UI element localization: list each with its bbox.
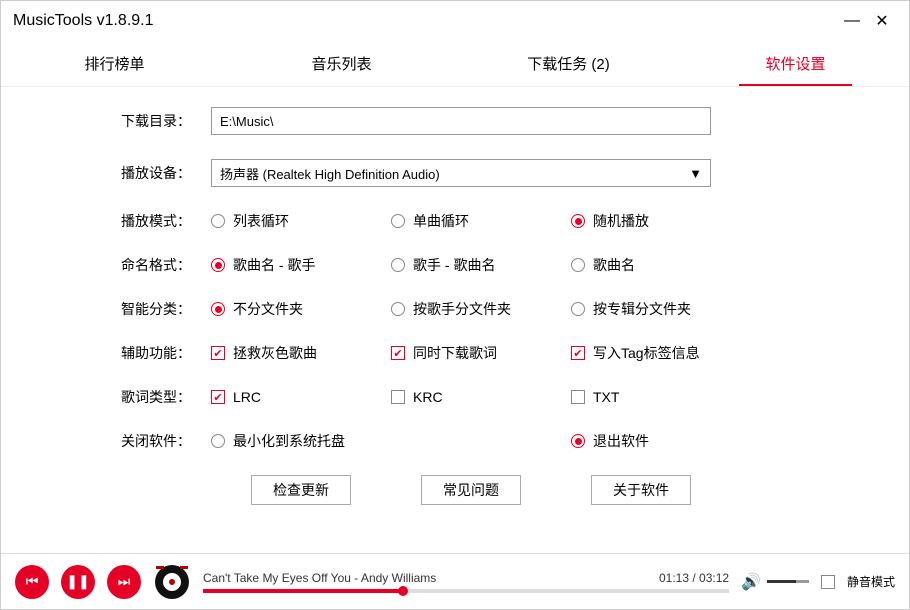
mute-toggle[interactable]: 静音模式 [821,573,895,590]
play-mode-label: 播放模式： [31,211,211,231]
lyric-type-label: 歌词类型： [31,387,211,407]
download-dir-label: 下载目录： [31,111,211,131]
close-mode-tray[interactable]: 最小化到系统托盘 [211,431,411,451]
window-title: MusicTools v1.8.9.1 [13,12,837,30]
radio-icon [571,302,585,316]
progress-bar[interactable] [203,589,729,593]
radio-icon [211,258,225,272]
assist-option-gray[interactable]: ✔拯救灰色歌曲 [211,343,391,363]
play-mode-option-single[interactable]: 单曲循环 [391,211,571,231]
play-mode-option-shuffle[interactable]: 随机播放 [571,211,751,231]
name-format-option-1[interactable]: 歌手 - 歌曲名 [391,255,571,275]
checkbox-icon: ✔ [391,346,405,360]
play-mode-option-loop[interactable]: 列表循环 [211,211,391,231]
radio-icon [571,434,585,448]
play-pause-button[interactable]: ❚❚ [61,565,95,599]
album-cover [153,563,191,601]
mute-label: 静音模式 [847,573,895,590]
radio-icon [391,302,405,316]
download-dir-input[interactable] [211,107,711,135]
play-device-select[interactable]: 扬声器 (Realtek High Definition Audio) ▼ [211,159,711,187]
chevron-down-icon: ▼ [689,166,702,181]
assist-option-tag[interactable]: ✔写入Tag标签信息 [571,343,751,363]
prev-button[interactable]: ⏮ [15,565,49,599]
progress-knob[interactable] [398,586,408,596]
radio-icon [571,258,585,272]
tab-music-list[interactable]: 音乐列表 [228,41,455,86]
lyric-type-lrc[interactable]: ✔LRC [211,389,391,405]
minimize-button[interactable]: — [837,12,867,30]
faq-button[interactable]: 常见问题 [421,475,521,505]
play-device-value: 扬声器 (Realtek High Definition Audio) [220,164,440,183]
assist-label: 辅助功能： [31,343,211,363]
prev-icon: ⏮ [26,573,39,590]
checkbox-icon [571,390,585,404]
track-area: Can't Take My Eyes Off You - Andy Willia… [203,571,729,593]
radio-icon [571,214,585,228]
album-art-icon [154,564,190,600]
radio-icon [391,214,405,228]
smart-sort-option-2[interactable]: 按专辑分文件夹 [571,299,751,319]
checkbox-icon: ✔ [211,390,225,404]
next-icon: ⏭ [118,573,131,590]
radio-icon [211,302,225,316]
name-format-option-2[interactable]: 歌曲名 [571,255,751,275]
track-title: Can't Take My Eyes Off You - Andy Willia… [203,571,436,585]
lyric-type-krc[interactable]: KRC [391,389,571,405]
tab-ranking[interactable]: 排行榜单 [1,41,228,86]
close-button[interactable]: ✕ [867,11,897,31]
next-button[interactable]: ⏭ [107,565,141,599]
track-time: 01:13 / 03:12 [659,571,729,585]
name-format-option-0[interactable]: 歌曲名 - 歌手 [211,255,391,275]
checkbox-icon: ✔ [211,346,225,360]
volume-icon[interactable]: 🔊 [741,572,761,592]
tab-settings[interactable]: 软件设置 [682,41,909,86]
tab-bar: 排行榜单 音乐列表 下载任务 (2) 软件设置 [1,41,909,87]
smart-sort-option-0[interactable]: 不分文件夹 [211,299,391,319]
checkbox-icon [391,390,405,404]
checkbox-icon: ✔ [571,346,585,360]
close-mode-exit[interactable]: 退出软件 [571,431,751,451]
settings-panel: 下载目录： 播放设备： 扬声器 (Realtek High Definition… [1,87,909,553]
pause-icon: ❚❚ [66,573,89,590]
volume-slider[interactable] [767,580,809,583]
check-update-button[interactable]: 检查更新 [251,475,351,505]
assist-option-lyrics[interactable]: ✔同时下载歌词 [391,343,571,363]
close-mode-label: 关闭软件： [31,431,211,451]
smart-sort-option-1[interactable]: 按歌手分文件夹 [391,299,571,319]
play-device-label: 播放设备： [31,163,211,183]
radio-icon [211,434,225,448]
name-format-label: 命名格式： [31,255,211,275]
checkbox-icon [821,575,835,589]
player-bar: ⏮ ❚❚ ⏭ Can't Take My Eyes Off You - Andy… [1,553,909,609]
titlebar: MusicTools v1.8.9.1 — ✕ [1,1,909,41]
radio-icon [391,258,405,272]
radio-icon [211,214,225,228]
tab-download-tasks[interactable]: 下载任务 (2) [455,41,682,86]
about-button[interactable]: 关于软件 [591,475,691,505]
volume-control: 🔊 [741,572,809,592]
lyric-type-txt[interactable]: TXT [571,389,751,405]
smart-sort-label: 智能分类： [31,299,211,319]
